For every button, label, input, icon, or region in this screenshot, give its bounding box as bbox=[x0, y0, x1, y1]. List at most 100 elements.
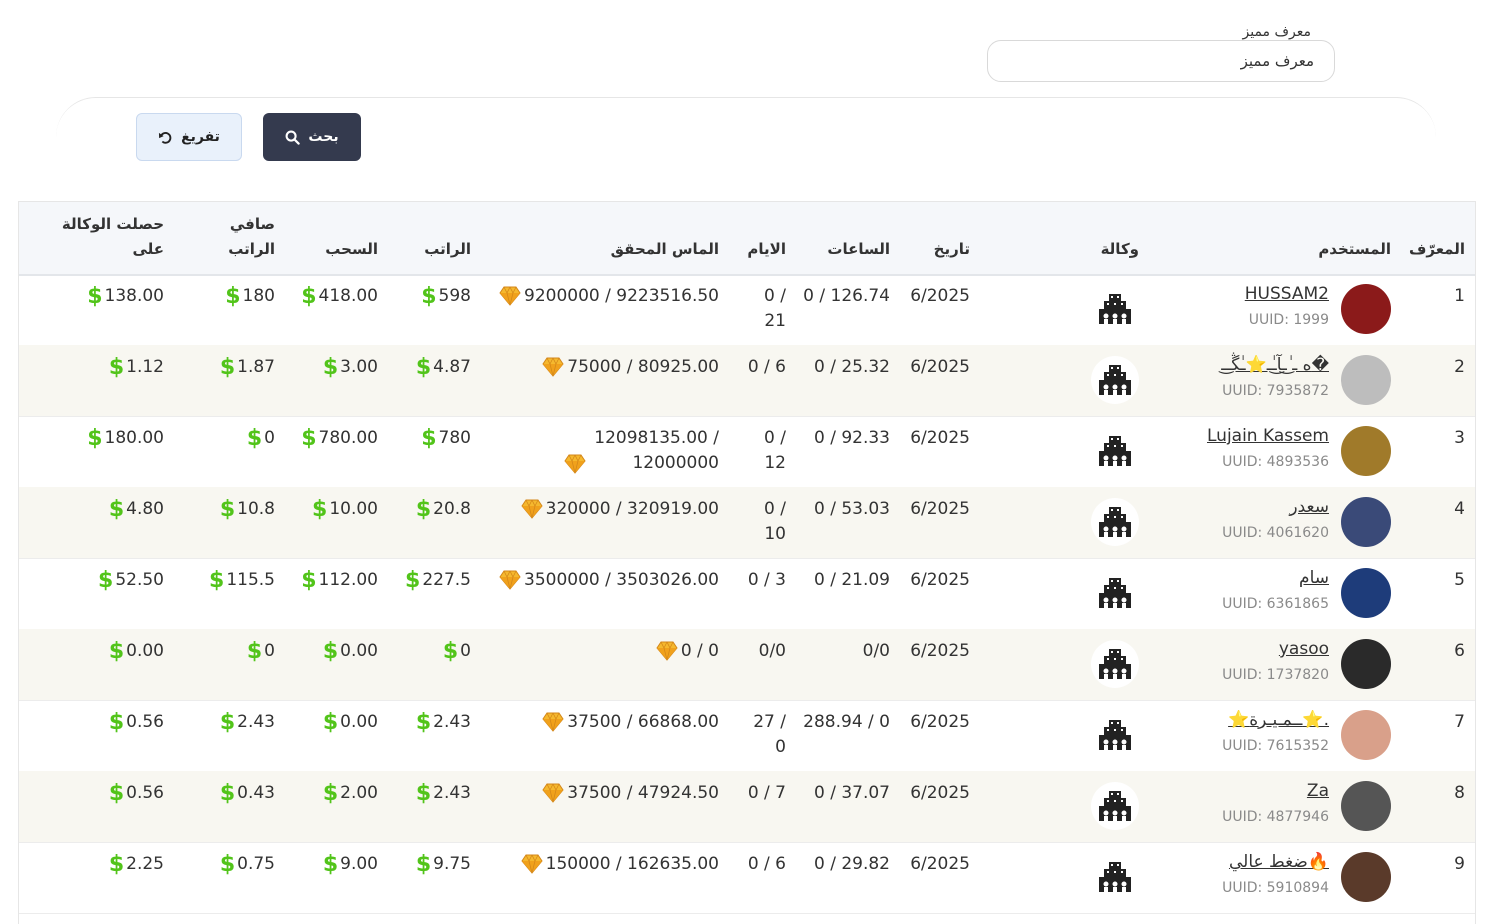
reset-button[interactable]: تفريغ bbox=[136, 113, 242, 161]
agency-building-icon[interactable] bbox=[1091, 711, 1139, 759]
agency-got-value: 0.56 bbox=[126, 783, 164, 803]
row-withdraw: $2.00 bbox=[323, 781, 378, 806]
agency-building-icon[interactable] bbox=[1091, 569, 1139, 617]
net-salary-value: 0.43 bbox=[237, 783, 275, 803]
agency-got-value: 0.00 bbox=[126, 641, 164, 661]
row-net-salary: $0 bbox=[247, 426, 275, 451]
header-user: المستخدم bbox=[1318, 240, 1391, 258]
row-salary: $0 bbox=[443, 639, 471, 664]
table-row: 7 ⭐ــمـيـرة⭐. UUID: 7615352 6/2025 288.94 / … bbox=[19, 700, 1475, 772]
avatar[interactable] bbox=[1341, 710, 1391, 760]
row-agency-got: $180.00 bbox=[87, 426, 164, 451]
row-withdraw: $780.00 bbox=[301, 426, 378, 451]
row-salary: $9.75 bbox=[416, 852, 471, 877]
row-diamonds: 150000 / 162635.00 bbox=[521, 852, 719, 882]
diamond-icon bbox=[521, 499, 543, 527]
special-id-input[interactable] bbox=[987, 40, 1335, 82]
dollar-icon: $ bbox=[98, 567, 114, 593]
row-net-salary: $115.5 bbox=[209, 568, 275, 593]
dollar-icon: $ bbox=[405, 567, 421, 593]
username-link[interactable]: yasoo bbox=[1279, 639, 1329, 659]
table-row: 5 سام UUID: 6361865 6/2025 0 / 21.09 0 / 3 350… bbox=[19, 558, 1475, 630]
row-id: 9 bbox=[1454, 854, 1465, 874]
username-link[interactable]: سام bbox=[1299, 568, 1329, 588]
avatar[interactable] bbox=[1341, 284, 1391, 334]
username-link[interactable]: ه ـ ٰ͜ـآ͜ـٰـ⭐ـٰڴـ͜ـ� bbox=[1221, 355, 1329, 375]
table-row: 9 ضغط عالي🔥 UUID: 5910894 6/2025 0 / 29.82 0 … bbox=[19, 842, 1475, 914]
header-withdraw: السحب bbox=[325, 240, 378, 258]
username-link[interactable]: Za bbox=[1307, 781, 1329, 801]
header-id: المعرّف bbox=[1408, 240, 1465, 258]
header-date: تاريخ bbox=[933, 240, 970, 258]
net-salary-value: 2.43 bbox=[237, 712, 275, 732]
dollar-icon: $ bbox=[421, 283, 437, 309]
dollar-icon: $ bbox=[442, 638, 459, 664]
dollar-icon: $ bbox=[219, 354, 236, 380]
row-date: 6/2025 bbox=[910, 428, 970, 448]
avatar[interactable] bbox=[1341, 852, 1391, 902]
row-days: 0 / 6 bbox=[747, 357, 786, 377]
row-id: 8 bbox=[1454, 783, 1465, 803]
withdraw-value: 112.00 bbox=[318, 570, 378, 590]
diamond-icon bbox=[564, 454, 586, 482]
diamond-icon bbox=[542, 783, 564, 811]
salary-value: 0 bbox=[460, 641, 471, 661]
dollar-icon: $ bbox=[415, 354, 432, 380]
username-link[interactable]: HUSSAM2 bbox=[1245, 284, 1329, 304]
net-salary-value: 1.87 bbox=[237, 357, 275, 377]
table-row: 8 Za UUID: 4877946 6/2025 0 / 37.07 0 / 7 3750… bbox=[19, 771, 1475, 843]
row-days: 0 / 6 bbox=[747, 854, 786, 874]
username-link[interactable]: ضغط عالي🔥 bbox=[1229, 852, 1329, 872]
row-days: 0 / 21 bbox=[764, 286, 786, 331]
row-days: 0 / 12 bbox=[764, 428, 786, 473]
avatar[interactable] bbox=[1341, 355, 1391, 405]
row-hours: 0 / 126.74 bbox=[803, 286, 890, 306]
row-diamonds: 37500 / 47924.50 bbox=[542, 781, 719, 811]
row-days: 0 / 7 bbox=[747, 783, 786, 803]
agency-building-icon[interactable] bbox=[1091, 356, 1139, 404]
row-hours: 0 / 37.07 bbox=[813, 783, 890, 803]
salary-value: 227.5 bbox=[422, 570, 471, 590]
agency-building-icon[interactable] bbox=[1091, 498, 1139, 546]
dollar-icon: $ bbox=[415, 709, 432, 735]
agency-building-icon[interactable] bbox=[1091, 640, 1139, 688]
agency-building-icon[interactable] bbox=[1091, 285, 1139, 333]
row-agency-got: $0.56 bbox=[109, 781, 164, 806]
dollar-icon: $ bbox=[108, 851, 125, 877]
username-link[interactable]: سعدر bbox=[1289, 497, 1329, 517]
withdraw-value: 0.00 bbox=[340, 712, 378, 732]
row-withdraw: $10.00 bbox=[312, 497, 378, 522]
table-row: 3 Lujain Kassem UUID: 4893536 6/2025 0 / 92.… bbox=[19, 416, 1475, 488]
row-hours: 288.94 / 0 bbox=[803, 712, 890, 732]
row-id: 1 bbox=[1454, 286, 1465, 306]
agency-building-icon[interactable] bbox=[1091, 427, 1139, 475]
agency-building-icon[interactable] bbox=[1091, 782, 1139, 830]
avatar[interactable] bbox=[1341, 497, 1391, 547]
agency-building-icon[interactable] bbox=[1091, 853, 1139, 901]
search-button[interactable]: بحث bbox=[263, 113, 361, 161]
avatar[interactable] bbox=[1341, 568, 1391, 618]
undo-icon bbox=[158, 130, 173, 145]
username-link[interactable]: Lujain Kassem bbox=[1207, 426, 1329, 446]
row-hours: 0 / 92.33 bbox=[813, 428, 890, 448]
withdraw-value: 780.00 bbox=[318, 428, 378, 448]
salary-value: 2.43 bbox=[433, 712, 471, 732]
avatar[interactable] bbox=[1341, 781, 1391, 831]
row-diamonds: 320000 / 320919.00 bbox=[521, 497, 719, 527]
table-row: 4 سعدر UUID: 4061620 6/2025 0 / 53.03 0 / 10 3… bbox=[19, 487, 1475, 559]
row-net-salary: $1.87 bbox=[220, 355, 275, 380]
dollar-icon: $ bbox=[108, 354, 125, 380]
row-salary: $2.43 bbox=[416, 781, 471, 806]
net-salary-value: 180 bbox=[242, 286, 275, 306]
avatar[interactable] bbox=[1341, 426, 1391, 476]
withdraw-value: 0.00 bbox=[340, 641, 378, 661]
row-days: 0 / 3 bbox=[747, 570, 786, 590]
row-net-salary: $10.8 bbox=[220, 497, 275, 522]
avatar[interactable] bbox=[1341, 639, 1391, 689]
diamonds-value: 12098135.00 / 12000000 bbox=[594, 428, 719, 473]
username-link[interactable]: ⭐ــمـيـرة⭐. bbox=[1228, 710, 1329, 730]
row-days: 27 / 0 bbox=[753, 712, 786, 757]
withdraw-value: 2.00 bbox=[340, 783, 378, 803]
row-agency-got: $1.12 bbox=[109, 355, 164, 380]
diamonds-value: 3500000 / 3503026.00 bbox=[524, 570, 719, 590]
